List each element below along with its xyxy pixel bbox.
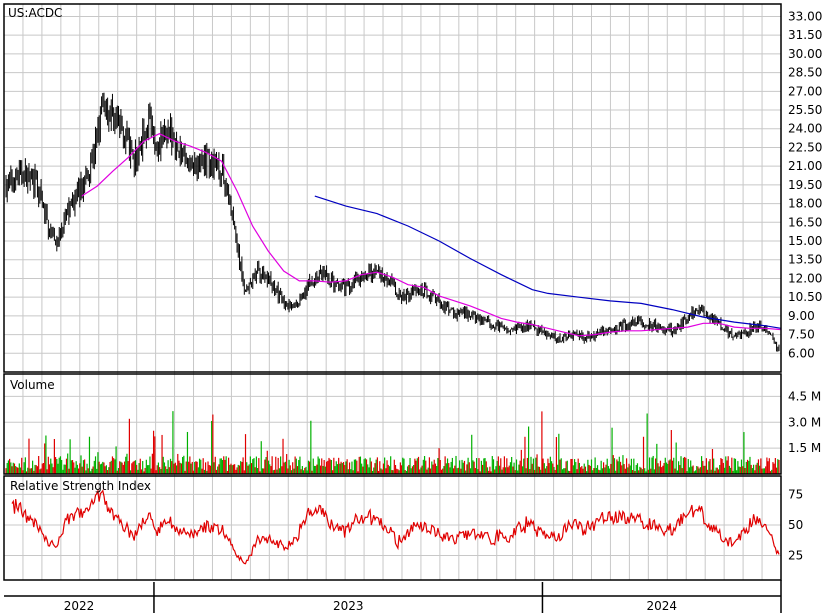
volume-panel-title: Volume [10, 378, 55, 392]
price-tick-label: 7.50 [788, 328, 815, 342]
price-tick-label: 24.00 [788, 122, 822, 136]
volume-tick-label: 3.0 M [788, 415, 821, 429]
price-tick-label: 25.50 [788, 103, 822, 117]
price-tick-label: 33.00 [788, 9, 822, 23]
price-tick-label: 9.00 [788, 309, 815, 323]
price-tick-label: 13.50 [788, 253, 822, 267]
stock-chart: 6.00 7.50 9.00 10.50 12.00 13.50 15.00 16.50 18.… [0, 0, 831, 613]
year-label-2023: 2023 [333, 599, 364, 613]
price-tick-label: 27.00 [788, 84, 822, 98]
price-tick-label: 19.50 [788, 178, 822, 192]
year-label-2022: 2022 [64, 599, 95, 613]
price-tick-label: 31.50 [788, 28, 822, 42]
price-tick-label: 30.00 [788, 47, 822, 61]
price-tick-label: 18.00 [788, 197, 822, 211]
price-tick-label: 22.50 [788, 140, 822, 154]
year-label-2024: 2024 [646, 599, 677, 613]
rsi-tick-label: 75 [788, 487, 803, 501]
price-tick-label: 28.50 [788, 66, 822, 80]
volume-tick-label: 4.5 M [788, 389, 821, 403]
rsi-tick-label: 50 [788, 518, 803, 532]
rsi-panel-title: Relative Strength Index [10, 479, 151, 493]
rsi-tick-label: 25 [788, 549, 803, 563]
price-tick-label: 12.00 [788, 271, 822, 285]
price-tick-label: 15.00 [788, 234, 822, 248]
chart-canvas: 6.00 7.50 9.00 10.50 12.00 13.50 15.00 16.50 18.… [0, 0, 831, 613]
symbol-label: US:ACDC [8, 6, 62, 20]
price-tick-label: 10.50 [788, 290, 822, 304]
price-tick-label: 21.00 [788, 159, 822, 173]
price-tick-label: 6.00 [788, 346, 815, 360]
price-tick-label: 16.50 [788, 215, 822, 229]
volume-tick-label: 1.5 M [788, 441, 821, 455]
